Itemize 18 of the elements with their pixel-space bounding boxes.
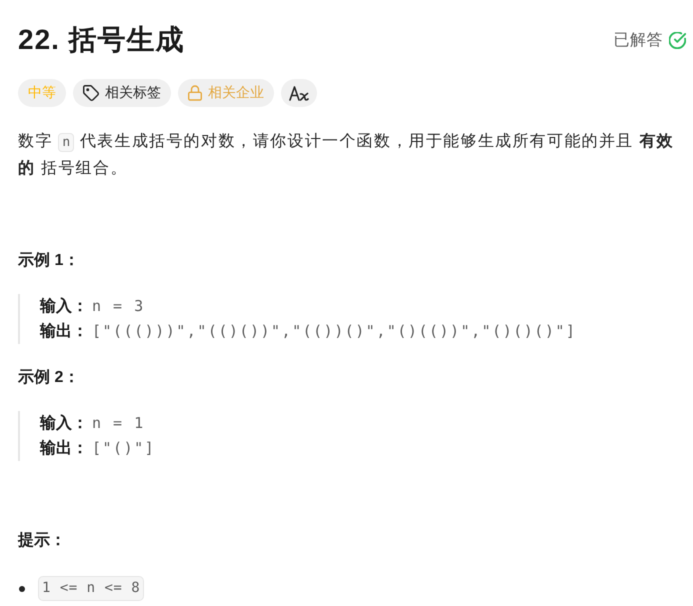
constraints-heading: 提示： <box>18 530 67 551</box>
translate-icon <box>289 86 309 100</box>
difficulty-tag: 中等 <box>18 79 66 107</box>
translate-button[interactable] <box>281 79 317 107</box>
example-heading: 示例 2： <box>18 368 80 388</box>
constraint-code: 1 <= n <= 8 <box>38 576 144 601</box>
problem-description: 数字 n 代表生成括号的对数，请你设计一个函数，用于能够生成所有可能的并且 有效的 括号组合。 <box>18 132 675 179</box>
bullet-icon <box>19 586 25 592</box>
tag-icon <box>83 85 99 101</box>
solved-status-label: 已解答 <box>614 30 663 50</box>
example-line: 输入： n = 1 <box>40 413 146 434</box>
related-tags-button[interactable]: 相关标签 <box>73 79 171 107</box>
example-line: 输出： ["()"] <box>40 438 156 459</box>
problem-title: 22. 括号生成 <box>18 23 185 57</box>
example-heading: 示例 1： <box>18 251 80 271</box>
example-line: 输出： ["((()))","(()())","(())()","()(())","()()()"] <box>40 321 578 342</box>
lock-icon <box>188 85 202 101</box>
example-line: 输入： n = 3 <box>40 296 146 317</box>
